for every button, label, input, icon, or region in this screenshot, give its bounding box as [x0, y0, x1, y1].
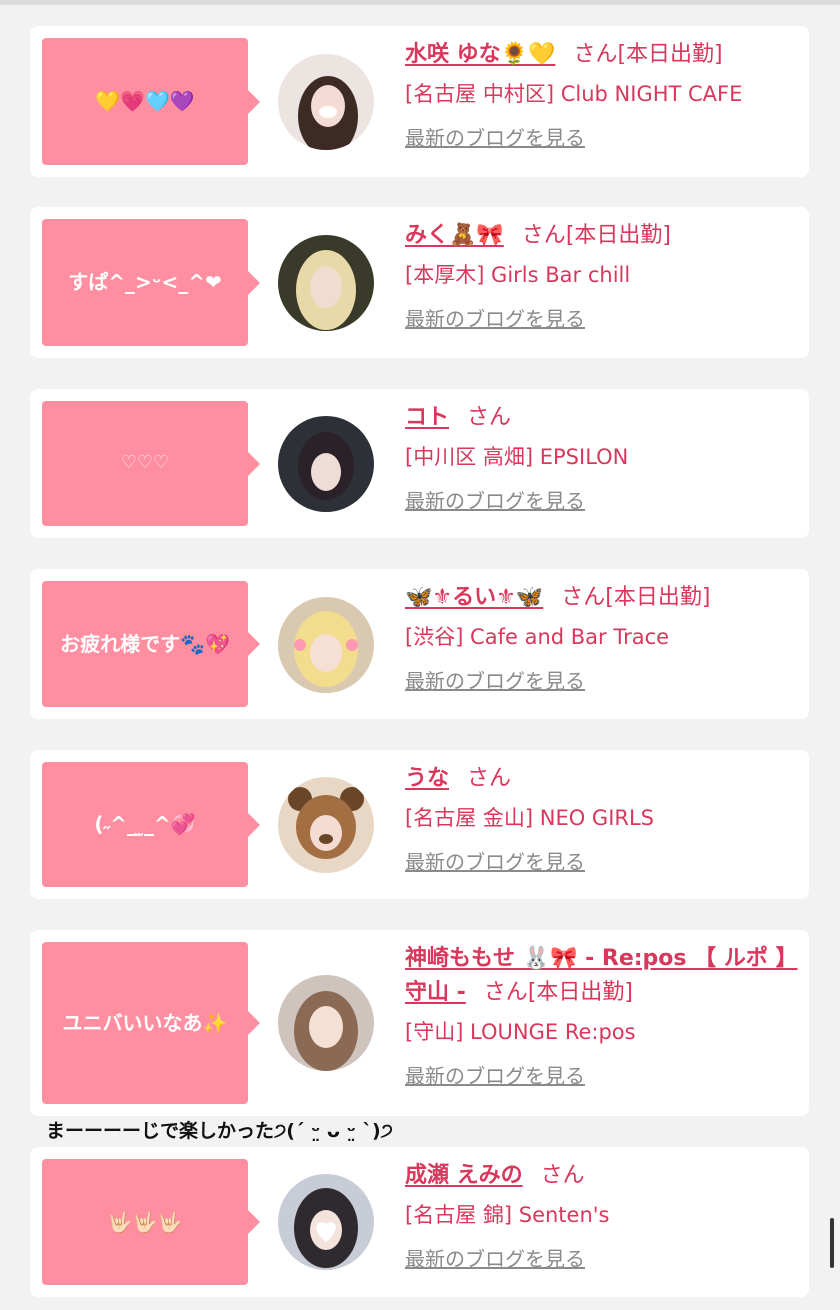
- message-text: ♡♡♡: [120, 452, 170, 474]
- message-bubble: お疲れ様です🐾💖: [42, 581, 260, 707]
- shop-name: [名古屋 金山] NEO GIRLS: [405, 806, 655, 830]
- status-label: [本日出勤]: [605, 585, 711, 610]
- cast-card: (˶^_ ̫_^💞 うな さん [名古屋 金山] NEO GIRLS 最新のブログ…: [30, 750, 809, 899]
- cast-name-link[interactable]: 成瀬 えみの: [405, 1163, 523, 1188]
- top-divider: [0, 0, 840, 5]
- message-text: 🤟🏻🤟🏻🤟🏻: [107, 1209, 183, 1234]
- honorific: さん: [540, 1163, 585, 1188]
- overflow-caption: まーーーーじで楽しかった੭(ˊ ᵕ̤ ᴗ ᵕ̤ ˋ)੭: [46, 1120, 393, 1142]
- honorific: さん: [561, 585, 606, 610]
- shop-name: [名古屋 錦] Senten's: [405, 1203, 610, 1227]
- cast-card: お疲れ様です🐾💖 🦋⚜るい⚜🦋 さん[本日出勤] [渋谷] Cafe and Ba…: [30, 569, 809, 719]
- avatar[interactable]: [278, 416, 374, 512]
- message-text: (˶^_ ̫_^💞: [94, 812, 196, 836]
- status-label: [本日出勤]: [527, 980, 633, 1005]
- name-line: コト さん: [405, 401, 805, 435]
- cast-card: 💛💗🩵💜 水咲 ゆな🌻💛 さん[本日出勤] [名古屋 中村区] Club NIGH…: [30, 26, 809, 177]
- latest-blog-link[interactable]: 最新のブログを見る: [405, 848, 805, 876]
- honorific: さん: [483, 980, 528, 1005]
- avatar[interactable]: [278, 235, 374, 331]
- message-bubble: ♡♡♡: [42, 401, 260, 526]
- shop-name: [守山] LOUNGE Re:pos: [405, 1020, 636, 1044]
- cast-name-link[interactable]: 水咲 ゆな🌻💛: [405, 42, 555, 67]
- message-text: お疲れ様です🐾💖: [60, 631, 230, 656]
- name-line: 水咲 ゆな🌻💛 さん[本日出勤]: [405, 38, 805, 72]
- message-bubble: ユニバいいなあ✨: [42, 942, 260, 1104]
- cast-name-link[interactable]: 🦋⚜るい⚜🦋: [405, 585, 543, 610]
- honorific: さん: [573, 42, 618, 67]
- message-text: ユニバいいなあ✨: [62, 1010, 228, 1035]
- cast-name-link[interactable]: うな: [405, 766, 449, 791]
- status-label: [本日出勤]: [617, 42, 723, 67]
- honorific: さん: [467, 766, 512, 791]
- cast-card: ♡♡♡ コト さん [中川区 高畑] EPSILON 最新のブログを見る: [30, 389, 809, 538]
- latest-blog-link[interactable]: 最新のブログを見る: [405, 667, 805, 695]
- message-bubble: 🤟🏻🤟🏻🤟🏻: [42, 1159, 260, 1285]
- status-label: [本日出勤]: [565, 223, 671, 248]
- message-bubble: (˶^_ ̫_^💞: [42, 762, 260, 887]
- latest-blog-link[interactable]: 最新のブログを見る: [405, 124, 805, 152]
- avatar[interactable]: [278, 54, 374, 150]
- shop-name: [本厚木] Girls Bar chill: [405, 263, 631, 287]
- shop-name: [中川区 高畑] EPSILON: [405, 445, 629, 469]
- cast-card: 🤟🏻🤟🏻🤟🏻 成瀬 えみの さん [名古屋 錦] Senten's 最新のブログを…: [30, 1147, 809, 1297]
- avatar[interactable]: [278, 1174, 374, 1270]
- scrollbar[interactable]: [830, 1218, 834, 1268]
- cast-card: すぱ^_>ᵕ<_^❤ みく🧸🎀 さん[本日出勤] [本厚木] Girls Bar …: [30, 207, 809, 358]
- cast-name-link[interactable]: みく🧸🎀: [405, 223, 504, 248]
- message-bubble: 💛💗🩵💜: [42, 38, 260, 165]
- name-line: 成瀬 えみの さん: [405, 1159, 805, 1193]
- latest-blog-link[interactable]: 最新のブログを見る: [405, 1245, 805, 1273]
- avatar[interactable]: [278, 975, 374, 1071]
- latest-blog-link[interactable]: 最新のブログを見る: [405, 305, 805, 333]
- avatar[interactable]: [278, 777, 374, 873]
- honorific: さん: [521, 223, 566, 248]
- avatar[interactable]: [278, 597, 374, 693]
- honorific: さん: [467, 405, 512, 430]
- name-line: みく🧸🎀 さん[本日出勤]: [405, 219, 805, 253]
- cast-name-link[interactable]: コト: [405, 405, 449, 430]
- shop-name: [名古屋 中村区] Club NIGHT CAFE: [405, 82, 743, 106]
- message-bubble: すぱ^_>ᵕ<_^❤: [42, 219, 260, 346]
- latest-blog-link[interactable]: 最新のブログを見る: [405, 487, 805, 515]
- message-text: 💛💗🩵💜: [95, 89, 195, 113]
- name-line: 神崎ももせ 🐰🎀 - Re:pos 【 ルポ 】守山 - さん[本日出勤]: [405, 942, 805, 1010]
- message-text: すぱ^_>ᵕ<_^❤: [68, 270, 222, 294]
- latest-blog-link[interactable]: 最新のブログを見る: [405, 1062, 805, 1090]
- name-line: 🦋⚜るい⚜🦋 さん[本日出勤]: [405, 581, 805, 615]
- cast-card: ユニバいいなあ✨ 神崎ももせ 🐰🎀 - Re:pos 【 ルポ 】守山 - さん[…: [30, 930, 809, 1116]
- name-line: うな さん: [405, 762, 805, 796]
- shop-name: [渋谷] Cafe and Bar Trace: [405, 625, 670, 649]
